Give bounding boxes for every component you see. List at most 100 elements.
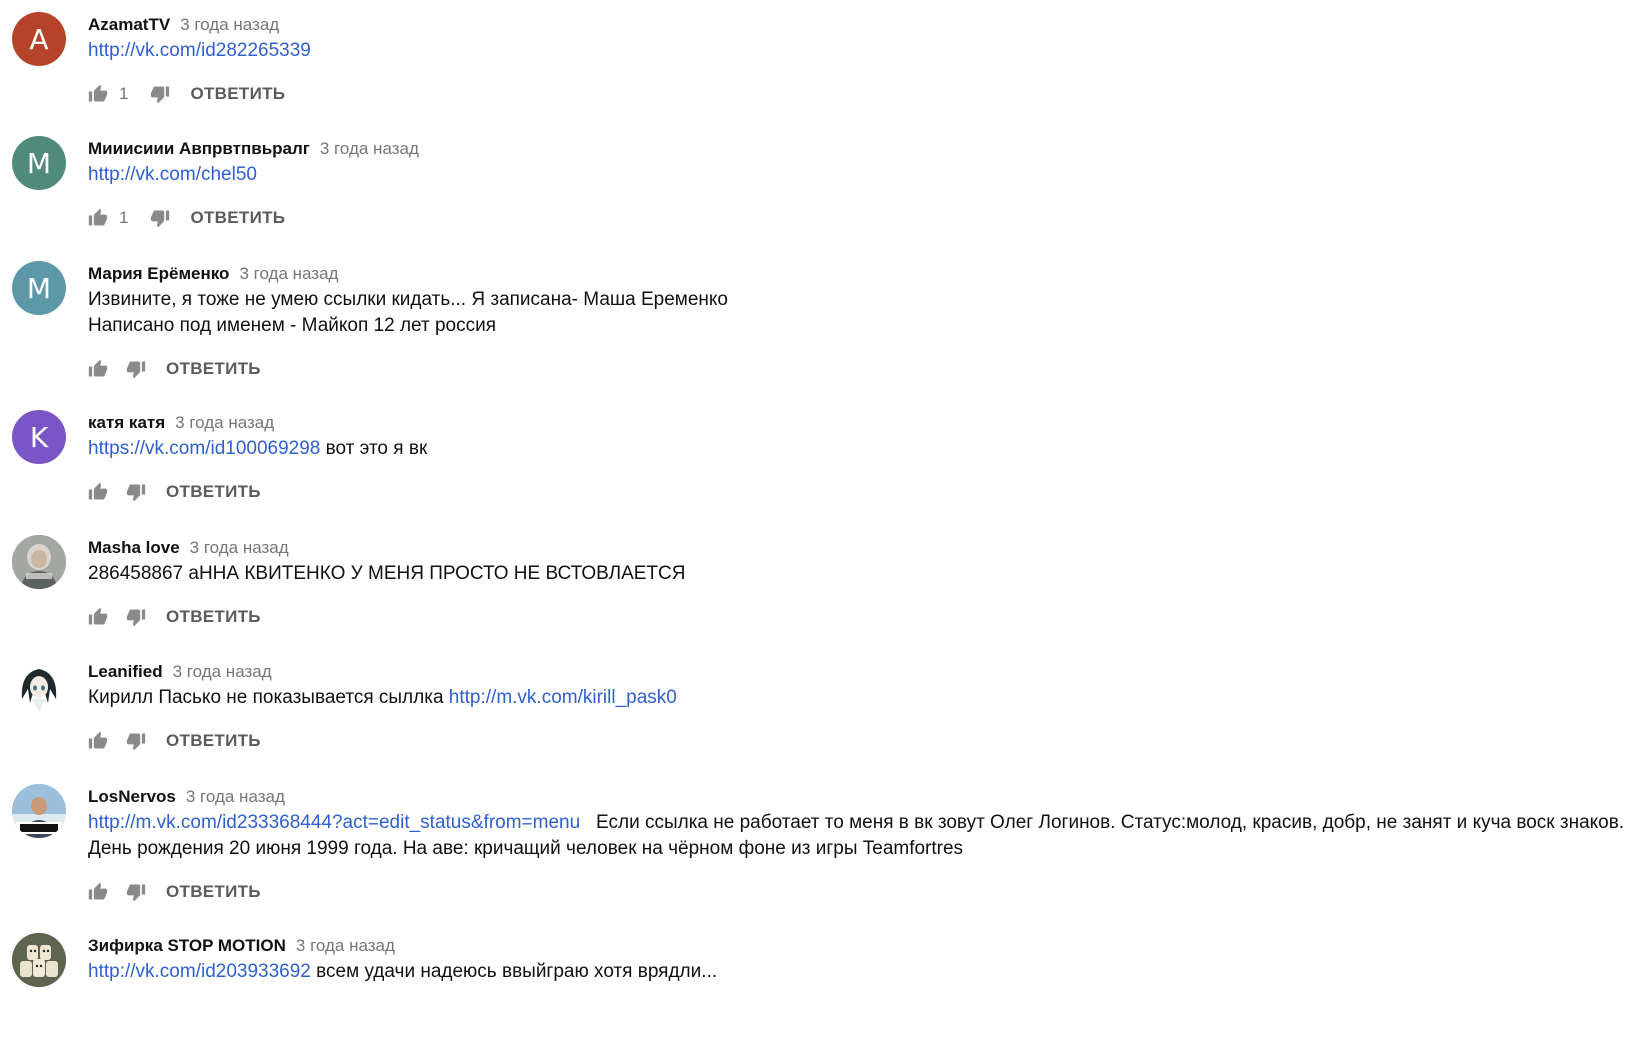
comment-header: AzamatTV 3 года назад bbox=[88, 12, 1651, 38]
thumbs-down-icon bbox=[126, 484, 146, 502]
comment-text: http://vk.com/id203933692 всем удачи над… bbox=[88, 959, 1651, 985]
comment-actions: ОТВЕТИТЬ bbox=[88, 477, 1651, 507]
thumbs-down-icon bbox=[126, 884, 146, 902]
comment-text: http://vk.com/chel50 bbox=[88, 162, 1651, 188]
comment-link[interactable]: http://m.vk.com/kirill_pask0 bbox=[449, 687, 677, 708]
thumbs-down-icon bbox=[126, 733, 146, 751]
comment-link[interactable]: http://vk.com/chel50 bbox=[88, 164, 257, 185]
comment-time[interactable]: 3 года назад bbox=[175, 413, 274, 432]
comment-text-line: Написано под именем - Майкоп 12 лет росс… bbox=[88, 315, 496, 336]
thumbs-up-icon bbox=[88, 607, 108, 625]
comment-link[interactable]: http://vk.com/id203933692 bbox=[88, 961, 311, 982]
dislike-button[interactable] bbox=[150, 84, 170, 104]
comment-link[interactable]: http://m.vk.com/id233368444?act=edit_sta… bbox=[88, 812, 580, 833]
anime-girl-avatar-icon bbox=[12, 659, 66, 713]
comment-link[interactable]: https://vk.com/id100069298 bbox=[88, 438, 320, 459]
comment-list: A AzamatTV 3 года назад http://vk.com/id2… bbox=[0, 0, 1651, 1017]
comment: Leanified 3 года назад Кирилл Пасько не п… bbox=[0, 647, 1651, 772]
dislike-button[interactable] bbox=[126, 731, 146, 751]
like-button[interactable] bbox=[88, 208, 108, 228]
avatar-letter: M bbox=[26, 271, 52, 305]
avatar[interactable]: K bbox=[12, 410, 66, 464]
thumbs-up-icon bbox=[88, 208, 108, 226]
thumbs-up-icon bbox=[88, 882, 108, 900]
avatar[interactable] bbox=[12, 784, 66, 838]
like-button[interactable] bbox=[88, 731, 108, 751]
marshmallow-avatar-icon bbox=[12, 933, 66, 987]
avatar-letter: A bbox=[29, 22, 49, 56]
like-count: 1 bbox=[119, 208, 129, 227]
thumbs-up-icon bbox=[88, 731, 108, 749]
dislike-button[interactable] bbox=[150, 208, 170, 228]
author-name[interactable]: LosNervos bbox=[88, 787, 176, 806]
photo-avatar-icon bbox=[12, 535, 66, 589]
thumbs-down-icon bbox=[151, 210, 170, 228]
avatar[interactable]: M bbox=[12, 261, 66, 315]
comment-actions: 1 ОТВЕТИТЬ bbox=[88, 203, 1651, 233]
comment-text-line: 286458867 аННА КВИТЕНКО У МЕНЯ ПРОСТО НЕ… bbox=[88, 563, 686, 584]
thumbs-down-icon bbox=[126, 609, 146, 627]
like-button[interactable] bbox=[88, 359, 108, 379]
comment-actions: ОТВЕТИТЬ bbox=[88, 354, 1651, 384]
avatar[interactable] bbox=[12, 535, 66, 589]
like-count: 1 bbox=[119, 84, 129, 103]
comment: Зифирка STOP MOTION 3 года назад http://v… bbox=[0, 921, 1651, 1017]
avatar-letter: M bbox=[26, 146, 52, 180]
dislike-button[interactable] bbox=[126, 482, 146, 502]
comment-header: Зифирка STOP MOTION 3 года назад bbox=[88, 933, 1651, 959]
reply-button[interactable]: ОТВЕТИТЬ bbox=[166, 882, 261, 902]
avatar[interactable]: A bbox=[12, 12, 66, 66]
reply-button[interactable]: ОТВЕТИТЬ bbox=[166, 482, 261, 502]
author-name[interactable]: Masha love bbox=[88, 538, 180, 557]
comment-text-line: День рождения 20 июня 1999 года. На аве:… bbox=[88, 838, 964, 859]
author-name[interactable]: Зифирка STOP MOTION bbox=[88, 936, 286, 955]
comment-text: Извините, я тоже не умею ссылки кидать..… bbox=[88, 287, 1651, 339]
comment-header: LosNervos 3 года назад bbox=[88, 784, 1651, 810]
author-name[interactable]: AzamatTV bbox=[88, 15, 170, 34]
like-button[interactable] bbox=[88, 882, 108, 902]
thumbs-up-icon bbox=[88, 359, 108, 377]
author-name[interactable]: Мария Ерёменко bbox=[88, 264, 229, 283]
comment-text-after: Если ссылка не работает то меня в вк зов… bbox=[580, 812, 1625, 833]
reply-button[interactable]: ОТВЕТИТЬ bbox=[166, 607, 261, 627]
like-button[interactable] bbox=[88, 607, 108, 627]
avatar[interactable] bbox=[12, 659, 66, 713]
comment-time[interactable]: 3 года назад bbox=[186, 787, 285, 806]
dislike-button[interactable] bbox=[126, 882, 146, 902]
comment-text-after: всем удачи надеюсь ввыйграю хотя врядли.… bbox=[310, 961, 718, 982]
comment: M Мииисиии Авпрвтпвьралг 3 года назад htt… bbox=[0, 124, 1651, 249]
comment-link[interactable]: http://vk.com/id282265339 bbox=[88, 40, 311, 61]
comment-header: Мария Ерёменко 3 года назад bbox=[88, 261, 1651, 287]
comment-actions: ОТВЕТИТЬ bbox=[88, 602, 1651, 632]
author-name[interactable]: Leanified bbox=[88, 662, 163, 681]
reply-button[interactable]: ОТВЕТИТЬ bbox=[190, 84, 285, 104]
reply-button[interactable]: ОТВЕТИТЬ bbox=[166, 731, 261, 751]
like-button[interactable] bbox=[88, 482, 108, 502]
comment-text: Кирилл Пасько не показывается сыллка htt… bbox=[88, 685, 1651, 711]
dislike-button[interactable] bbox=[126, 359, 146, 379]
comment-actions: ОТВЕТИТЬ bbox=[88, 726, 1651, 756]
comment-time[interactable]: 3 года назад bbox=[173, 662, 272, 681]
like-button[interactable] bbox=[88, 84, 108, 104]
author-name[interactable]: катя катя bbox=[88, 413, 165, 432]
avatar-letter: K bbox=[29, 420, 49, 454]
gta-avatar-icon bbox=[12, 784, 66, 838]
comment-header: Leanified 3 года назад bbox=[88, 659, 1651, 685]
thumbs-up-icon bbox=[88, 482, 108, 500]
avatar[interactable]: M bbox=[12, 136, 66, 190]
comment-time[interactable]: 3 года назад bbox=[320, 139, 419, 158]
comment-actions: 1 ОТВЕТИТЬ bbox=[88, 79, 1651, 109]
comment-time[interactable]: 3 года назад bbox=[190, 538, 289, 557]
dislike-button[interactable] bbox=[126, 607, 146, 627]
comment-time[interactable]: 3 года назад bbox=[239, 264, 338, 283]
comment-text: http://vk.com/id282265339 bbox=[88, 38, 1651, 64]
author-name[interactable]: Мииисиии Авпрвтпвьралг bbox=[88, 139, 310, 158]
reply-button[interactable]: ОТВЕТИТЬ bbox=[190, 208, 285, 228]
thumbs-down-icon bbox=[126, 361, 146, 379]
avatar[interactable] bbox=[12, 933, 66, 987]
comment-time[interactable]: 3 года назад bbox=[180, 15, 279, 34]
comment-text: http://m.vk.com/id233368444?act=edit_sta… bbox=[88, 810, 1651, 862]
reply-button[interactable]: ОТВЕТИТЬ bbox=[166, 359, 261, 379]
comment: K катя катя 3 года назад https://vk.com/i… bbox=[0, 398, 1651, 523]
comment-time[interactable]: 3 года назад bbox=[296, 936, 395, 955]
